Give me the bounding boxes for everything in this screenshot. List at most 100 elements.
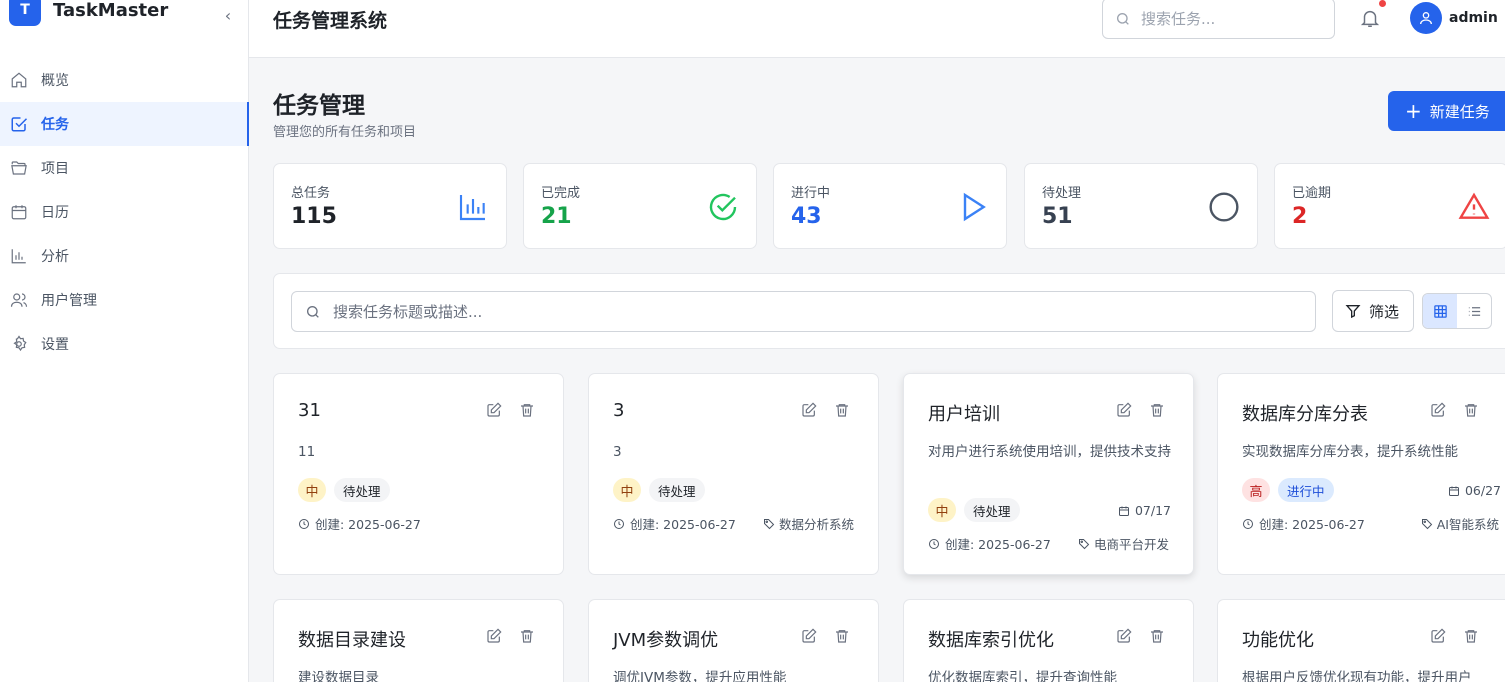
task-card[interactable]: 功能优化 根据用户反馈优化现有功能，提升用户 xyxy=(1217,599,1505,682)
task-card[interactable]: 用户培训 对用户进行系统使用培训，提供技术支持 中 待处理 07/17 创建: … xyxy=(903,373,1194,575)
task-created: 创建: 2025-06-27 xyxy=(928,534,1051,553)
task-tags: 中 待处理 xyxy=(613,478,705,502)
calendar-icon xyxy=(1118,506,1129,516)
task-description: 建设数据目录 xyxy=(298,670,379,682)
trash-icon[interactable] xyxy=(1149,402,1165,418)
stat-value: 115 xyxy=(291,204,337,229)
trash-icon[interactable] xyxy=(1463,402,1479,418)
stat-card-total: 总任务 115 xyxy=(273,163,507,249)
priority-badge: 中 xyxy=(298,478,326,502)
trash-icon[interactable] xyxy=(1149,628,1165,644)
task-tags: 中 待处理 xyxy=(298,478,390,502)
sidebar-item-analytics[interactable]: 分析 xyxy=(0,234,249,278)
task-created: 创建: 2025-06-27 xyxy=(613,514,736,533)
stat-card-overdue: 已逾期 2 xyxy=(1274,163,1505,249)
bell-icon[interactable] xyxy=(1359,7,1381,29)
trash-icon[interactable] xyxy=(834,402,850,418)
task-title: 3 xyxy=(613,400,625,421)
task-search-input[interactable] xyxy=(333,302,1293,321)
edit-icon[interactable] xyxy=(801,402,817,418)
stat-label: 待处理 xyxy=(1042,186,1082,201)
task-description: 根据用户反馈优化现有功能，提升用户 xyxy=(1242,670,1472,682)
top-header: 任务管理系统 admin ⌄ xyxy=(249,0,1505,58)
edit-icon[interactable] xyxy=(801,628,817,644)
bar-chart-icon xyxy=(459,195,485,221)
task-card[interactable]: JVM参数调优 调优JVM参数，提升应用性能 xyxy=(588,599,879,682)
sidebar-item-label: 分析 xyxy=(41,249,69,265)
stat-value: 51 xyxy=(1042,204,1073,229)
created-date: 创建: 2025-06-27 xyxy=(945,537,1051,552)
edit-icon[interactable] xyxy=(1430,628,1446,644)
header-search-input[interactable] xyxy=(1141,9,1321,28)
header-title: 任务管理系统 xyxy=(273,10,388,32)
new-task-label: 新建任务 xyxy=(1429,102,1490,121)
folder-icon xyxy=(11,161,27,175)
stat-value: 21 xyxy=(541,204,572,229)
user-menu[interactable]: admin ⌄ xyxy=(1410,2,1505,34)
stat-card-pending: 待处理 51 xyxy=(1024,163,1258,249)
sidebar-item-users[interactable]: 用户管理 xyxy=(0,278,249,322)
project-name: 数据分析系统 xyxy=(778,517,854,532)
list-view-button[interactable] xyxy=(1457,294,1491,328)
task-description: 实现数据库分库分表，提升系统性能 xyxy=(1242,444,1458,460)
edit-icon[interactable] xyxy=(486,628,502,644)
brand[interactable]: T TaskMaster xyxy=(9,0,239,26)
task-project: AI智能系统 xyxy=(1421,514,1499,533)
new-task-button[interactable]: + 新建任务 xyxy=(1388,91,1505,131)
filter-button[interactable]: 筛选 xyxy=(1332,290,1414,332)
task-title: 数据库索引优化 xyxy=(928,630,1054,651)
grid-icon xyxy=(1433,304,1447,318)
trash-icon[interactable] xyxy=(519,402,535,418)
avatar xyxy=(1410,2,1442,34)
sidebar-item-calendar[interactable]: 日历 xyxy=(0,190,249,234)
header-search[interactable] xyxy=(1102,0,1335,39)
task-search[interactable] xyxy=(291,291,1316,332)
stat-value: 43 xyxy=(791,204,822,229)
sidebar-item-overview[interactable]: 概览 xyxy=(0,58,249,102)
trash-icon[interactable] xyxy=(519,628,535,644)
page-subtitle: 管理您的所有任务和项目 xyxy=(273,125,417,140)
alert-triangle-icon xyxy=(1458,192,1490,219)
check-circle-icon xyxy=(709,193,737,221)
sidebar-item-settings[interactable]: 设置 xyxy=(0,322,249,366)
created-date: 创建: 2025-06-27 xyxy=(315,517,421,532)
task-card[interactable]: 31 11 中 待处理 创建: 2025-06-27 xyxy=(273,373,564,575)
stat-card-completed: 已完成 21 xyxy=(523,163,757,249)
task-title: 用户培训 xyxy=(928,404,1000,425)
task-card[interactable]: 3 3 中 待处理 创建: 2025-06-27 数据分析系统 xyxy=(588,373,879,575)
filter-label: 筛选 xyxy=(1369,302,1400,321)
edit-icon[interactable] xyxy=(486,402,502,418)
created-date: 创建: 2025-06-27 xyxy=(630,517,736,532)
sidebar-item-projects[interactable]: 项目 xyxy=(0,146,249,190)
task-description: 调优JVM参数，提升应用性能 xyxy=(613,670,787,682)
trash-icon[interactable] xyxy=(1463,628,1479,644)
task-card[interactable]: 数据库分库分表 实现数据库分库分表，提升系统性能 高 进行中 06/27 创建:… xyxy=(1217,373,1505,575)
trash-icon[interactable] xyxy=(834,628,850,644)
sidebar-item-label: 设置 xyxy=(41,337,69,353)
sidebar-nav: 概览 任务 项目 日历 分析 用户管理 设置 xyxy=(0,58,249,366)
gear-icon xyxy=(13,335,27,352)
edit-icon[interactable] xyxy=(1430,402,1446,418)
task-card[interactable]: 数据目录建设 建设数据目录 xyxy=(273,599,564,682)
sidebar-item-tasks[interactable]: 任务 xyxy=(0,102,249,146)
edit-icon[interactable] xyxy=(1116,402,1132,418)
status-badge: 待处理 xyxy=(334,478,390,502)
task-project: 电商平台开发 xyxy=(1078,534,1169,553)
plus-icon: + xyxy=(1405,99,1422,123)
edit-icon[interactable] xyxy=(1116,628,1132,644)
priority-badge: 高 xyxy=(1242,478,1270,502)
task-created: 创建: 2025-06-27 xyxy=(298,514,421,533)
clock-icon xyxy=(614,518,624,529)
task-created: 创建: 2025-06-27 xyxy=(1242,514,1365,533)
task-card[interactable]: 数据库索引优化 优化数据库索引，提升查询性能 xyxy=(903,599,1194,682)
project-name: 电商平台开发 xyxy=(1093,537,1169,552)
list-icon xyxy=(1468,306,1480,316)
task-tags: 中 待处理 xyxy=(928,498,1020,522)
stat-label: 进行中 xyxy=(791,186,831,201)
task-title: 31 xyxy=(298,400,321,421)
task-description: 对用户进行系统使用培训，提供技术支持 xyxy=(928,444,1171,460)
filter-bar: 筛选 xyxy=(273,273,1505,349)
grid-view-button[interactable] xyxy=(1423,294,1457,328)
circle-icon xyxy=(1209,192,1239,222)
chevron-left-icon[interactable]: ‹ xyxy=(220,8,236,24)
